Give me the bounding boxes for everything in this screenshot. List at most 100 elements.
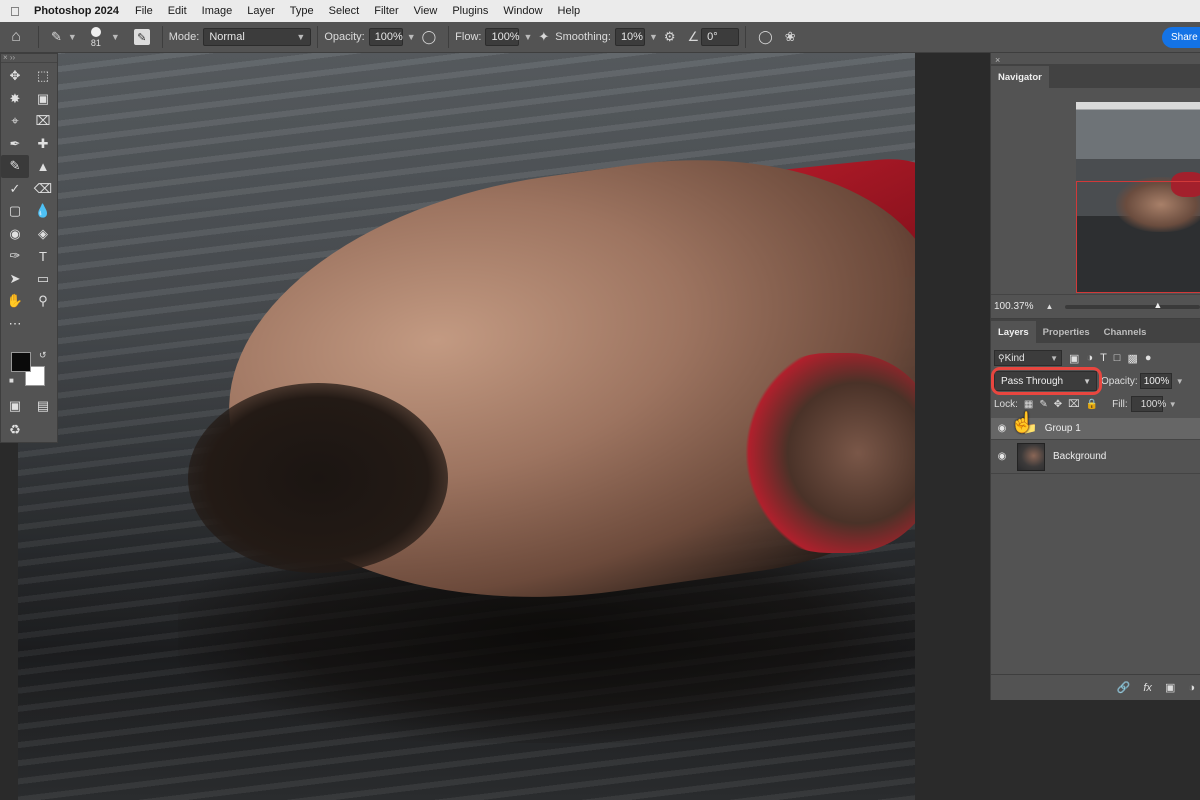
menu-help[interactable]: Help <box>558 5 581 17</box>
angle-input[interactable]: 0° <box>701 28 740 46</box>
chevron-down-icon[interactable]: ▼ <box>523 32 532 42</box>
navigator-preview[interactable] <box>991 88 1200 295</box>
quick-mask-icon[interactable]: ▣ <box>1 394 29 418</box>
navigator-view-box[interactable] <box>1076 181 1200 293</box>
menu-plugins[interactable]: Plugins <box>452 5 488 17</box>
layer-opacity-input[interactable]: 100% <box>1139 373 1172 389</box>
eyedropper-tool-icon[interactable]: ✒ <box>1 133 29 156</box>
history-brush-tool-icon[interactable]: ✓ <box>1 178 29 201</box>
chevron-down-icon[interactable]: ▼ <box>649 32 658 42</box>
lock-all-icon[interactable]: 🔒 <box>1086 399 1098 410</box>
app-menu[interactable]: Photoshop 2024 <box>34 5 119 17</box>
zoom-slider[interactable]: ▲ <box>1065 300 1200 310</box>
menu-type[interactable]: Type <box>290 5 314 17</box>
share-button[interactable]: Share <box>1162 27 1200 48</box>
chevron-down-icon[interactable]: ▼ <box>1176 377 1184 386</box>
zoom-out-icon[interactable]: ▲ <box>1045 302 1053 311</box>
toolbar-grip[interactable]: × ›› <box>1 54 57 63</box>
brush-settings-icon[interactable]: ✎ <box>133 29 150 45</box>
menu-window[interactable]: Window <box>503 5 542 17</box>
visibility-eye-icon[interactable]: ◉ <box>991 451 1013 462</box>
symmetry-butterfly-icon[interactable]: ❀ <box>785 29 796 45</box>
close-icon[interactable]: × <box>995 55 1000 65</box>
gradient-tool-icon[interactable]: ▢ <box>1 200 29 223</box>
brush-tool-preset-icon[interactable]: ✎ <box>51 29 62 45</box>
chevron-down-icon[interactable]: ▼ <box>407 32 416 42</box>
chevron-down-icon[interactable]: ▼ <box>68 32 77 42</box>
zoom-level[interactable]: 100.37% <box>994 301 1033 312</box>
tab-channels[interactable]: Channels <box>1097 321 1154 343</box>
screen-mode-icon[interactable]: ▤ <box>29 394 57 418</box>
swap-colors-icon[interactable]: ↺ <box>39 350 47 361</box>
generative-fill-icon[interactable]: ♻ <box>1 418 29 442</box>
path-select-tool-icon[interactable]: ➤ <box>1 268 29 291</box>
shape-filter-icon[interactable]: □ <box>1114 352 1121 364</box>
pressure-opacity-icon[interactable]: ◯ <box>422 29 437 45</box>
eraser-tool-icon[interactable]: ⌫ <box>29 178 57 201</box>
default-colors-icon[interactable]: ■ <box>9 376 14 385</box>
chevron-down-icon[interactable]: ▼ <box>1169 400 1177 409</box>
hand-tool-icon[interactable]: ✋ <box>1 290 29 313</box>
lock-position-icon[interactable]: ✥ <box>1054 399 1062 410</box>
healing-brush-tool-icon[interactable]: ✚ <box>29 133 57 156</box>
type-tool-icon[interactable]: T <box>29 245 57 268</box>
layer-name[interactable]: Group 1 <box>1045 423 1081 434</box>
layer-name[interactable]: Background <box>1053 451 1106 462</box>
tab-properties[interactable]: Properties <box>1036 321 1097 343</box>
kind-filter-select[interactable]: ⚲ Kind ▼ <box>994 350 1062 366</box>
mask-icon[interactable]: ▣ <box>1165 681 1175 694</box>
menu-edit[interactable]: Edit <box>168 5 187 17</box>
menu-layer[interactable]: Layer <box>247 5 275 17</box>
home-icon[interactable]: ⌂ <box>0 22 32 53</box>
blur-tool-icon[interactable]: 💧 <box>29 200 57 223</box>
filter-toggle-icon[interactable]: ● <box>1145 352 1152 364</box>
gear-icon[interactable]: ⚙ <box>664 29 676 45</box>
opacity-input[interactable]: 100% <box>368 28 403 46</box>
pressure-size-icon[interactable]: ◯ <box>758 29 773 45</box>
dodge-tool-icon[interactable]: ◉ <box>1 223 29 246</box>
smart-object-filter-icon[interactable]: ▩ <box>1127 352 1137 365</box>
pixel-filter-icon[interactable]: ▣ <box>1069 352 1079 365</box>
menu-select[interactable]: Select <box>329 5 360 17</box>
pen-tool-icon[interactable]: ✑ <box>1 245 29 268</box>
type-filter-icon[interactable]: T <box>1100 352 1107 364</box>
fill-input[interactable]: 100% <box>1130 396 1166 412</box>
lock-paint-icon[interactable]: ✎ <box>1039 399 1047 410</box>
zoom-slider-handle[interactable]: ▲ <box>1153 300 1162 310</box>
lock-pixels-icon[interactable]: ▦ <box>1024 399 1033 410</box>
apple-icon[interactable]:  <box>10 4 24 19</box>
smoothing-input[interactable]: 10% <box>614 28 645 46</box>
menu-image[interactable]: Image <box>202 5 233 17</box>
foreground-color-swatch[interactable] <box>11 352 31 372</box>
brush-size-picker[interactable]: 81 <box>85 26 107 48</box>
edit-toolbar-icon[interactable]: ⋯ <box>1 313 29 336</box>
object-select-tool-icon[interactable]: ▣ <box>29 88 57 111</box>
adjustment-filter-icon[interactable]: ◑ <box>1086 352 1093 364</box>
tab-layers[interactable]: Layers <box>991 321 1036 343</box>
adjustment-icon[interactable]: ◑ <box>1188 682 1195 694</box>
chevron-down-icon[interactable]: ▼ <box>111 32 120 42</box>
zoom-tool-icon[interactable]: ⚲ <box>29 290 57 313</box>
color-swatches[interactable]: ↺ ■ <box>9 350 49 388</box>
marquee-tool-icon[interactable]: ⬚ <box>29 65 57 88</box>
layer-row-background[interactable]: ◉ Background <box>991 440 1200 474</box>
rectangle-tool-icon[interactable]: ▭ <box>29 268 57 291</box>
crop-tool-icon[interactable]: ⌖ <box>1 110 29 133</box>
tab-navigator[interactable]: Navigator <box>991 66 1049 88</box>
brush-tool-icon[interactable]: ✎ <box>1 155 29 178</box>
lock-artboard-icon[interactable]: ⌧ <box>1068 399 1080 410</box>
move-tool-icon[interactable]: ✥ <box>1 65 29 88</box>
menu-view[interactable]: View <box>414 5 438 17</box>
blend-mode-select[interactable]: Pass Through ▼ <box>991 367 1102 395</box>
menu-filter[interactable]: Filter <box>374 5 398 17</box>
clone-stamp-tool-icon[interactable]: ▲ <box>29 155 57 178</box>
canvas-area[interactable] <box>0 53 990 800</box>
quick-select-tool-icon[interactable]: ✸ <box>1 88 29 111</box>
frame-tool-icon[interactable]: ⌧ <box>29 110 57 133</box>
fx-icon[interactable]: fx <box>1143 682 1152 694</box>
link-icon[interactable]: 🔗 <box>1117 681 1131 694</box>
mode-select[interactable]: Normal ▼ <box>203 28 312 46</box>
airbrush-icon[interactable]: ✦ <box>538 29 549 45</box>
document-image[interactable] <box>18 53 915 800</box>
flow-input[interactable]: 100% <box>485 28 520 46</box>
